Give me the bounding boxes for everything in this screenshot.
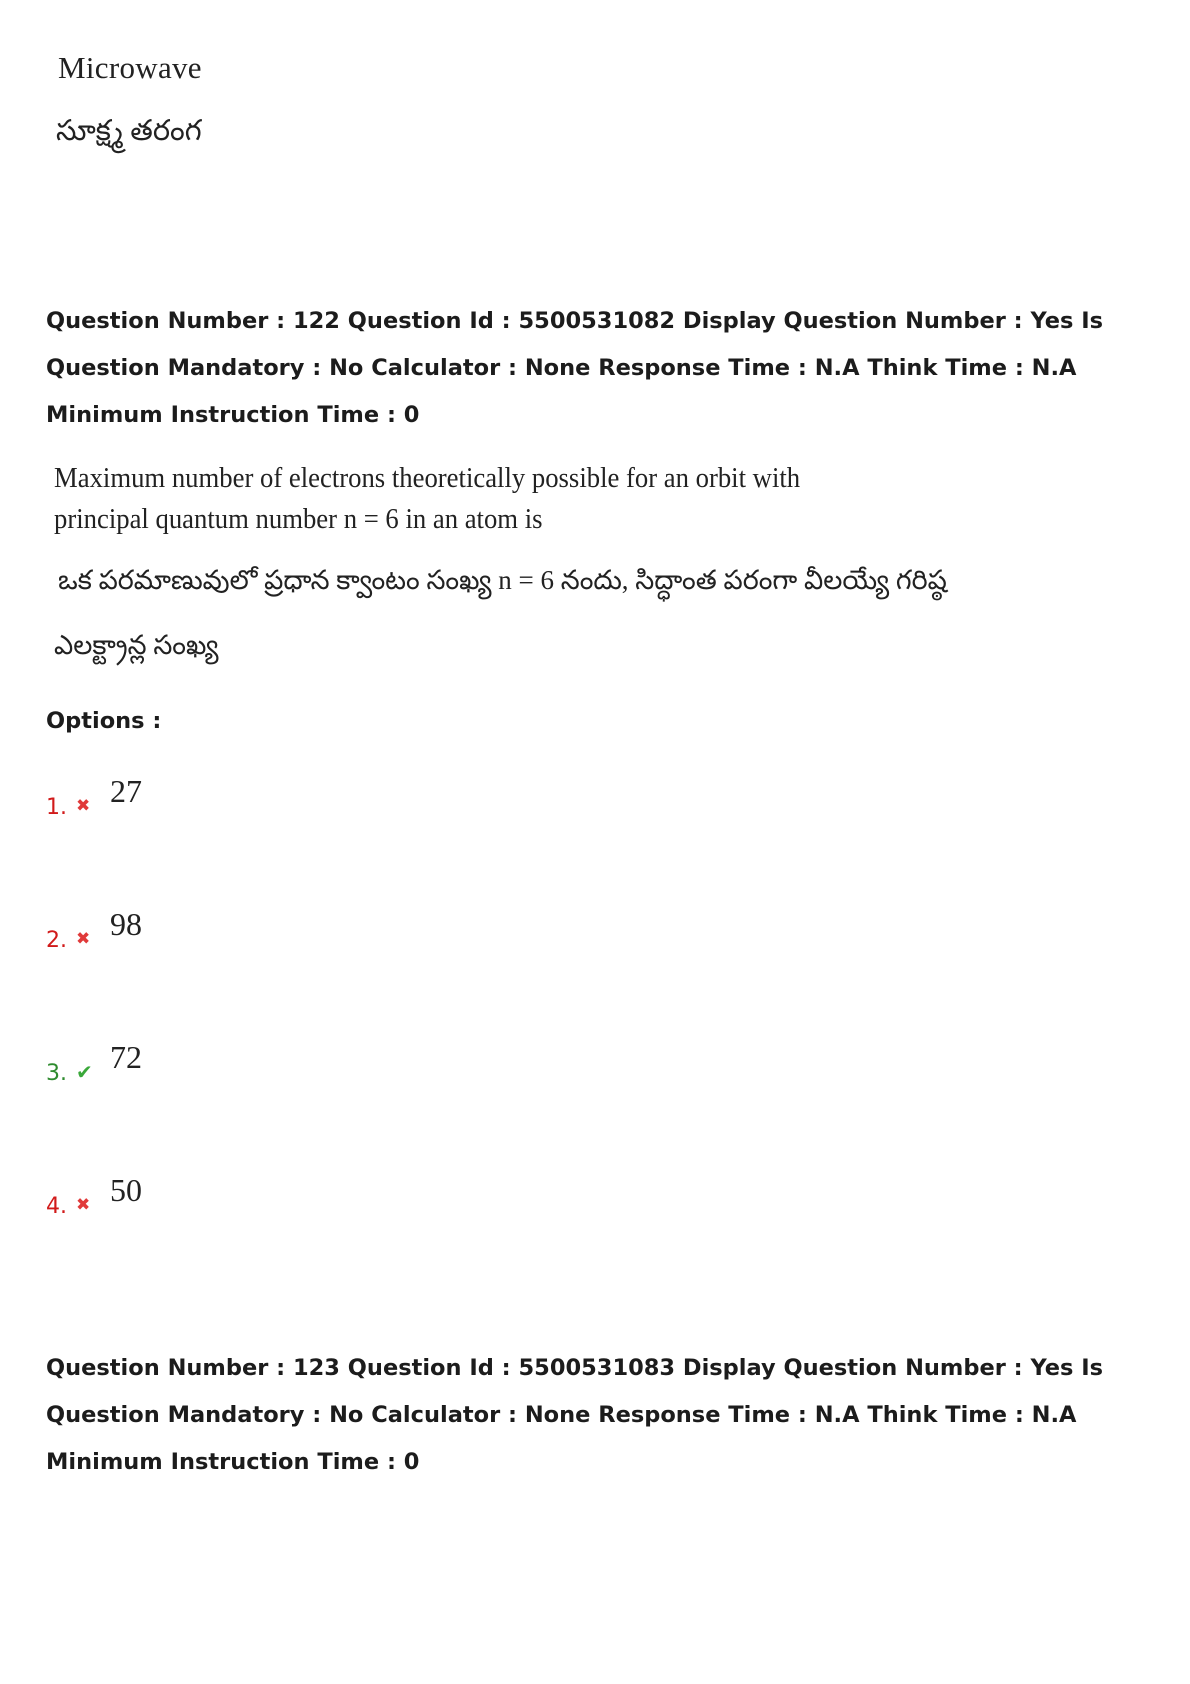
option-number: 2. [46,928,67,953]
check-icon: ✔ [76,1060,93,1084]
options-label: Options : [46,708,162,734]
option-number: 4. [46,1194,67,1219]
option-number: 1. [46,795,67,820]
cross-icon: ✖ [76,929,91,949]
option-value: 27 [110,773,142,809]
question-123-meta: Question Number : 123 Question Id : 5500… [46,1355,1103,1475]
question-122-meta: Question Number : 122 Question Id : 5500… [46,308,1103,428]
previous-answer-english: Microwave [58,50,202,85]
option-value: 72 [110,1039,142,1075]
option-number: 3. [46,1061,67,1086]
cross-icon: ✖ [76,796,91,816]
question-122-text-telugu-line1: ఒక పరమాణువులో ప్రధాన క్వాంటం సంఖ్య n = 6… [58,565,947,595]
question-122-text-telugu-line2: ఎలక్ట్రాన్ల సంఖ్య [54,630,219,660]
question-122-text-english: Maximum number of electrons theoreticall… [54,462,801,535]
option-value: 50 [110,1172,142,1208]
option-value: 98 [110,906,142,942]
cross-icon: ✖ [76,1195,91,1215]
previous-answer-telugu: సూక్ష్మ తరంగ [56,115,202,147]
